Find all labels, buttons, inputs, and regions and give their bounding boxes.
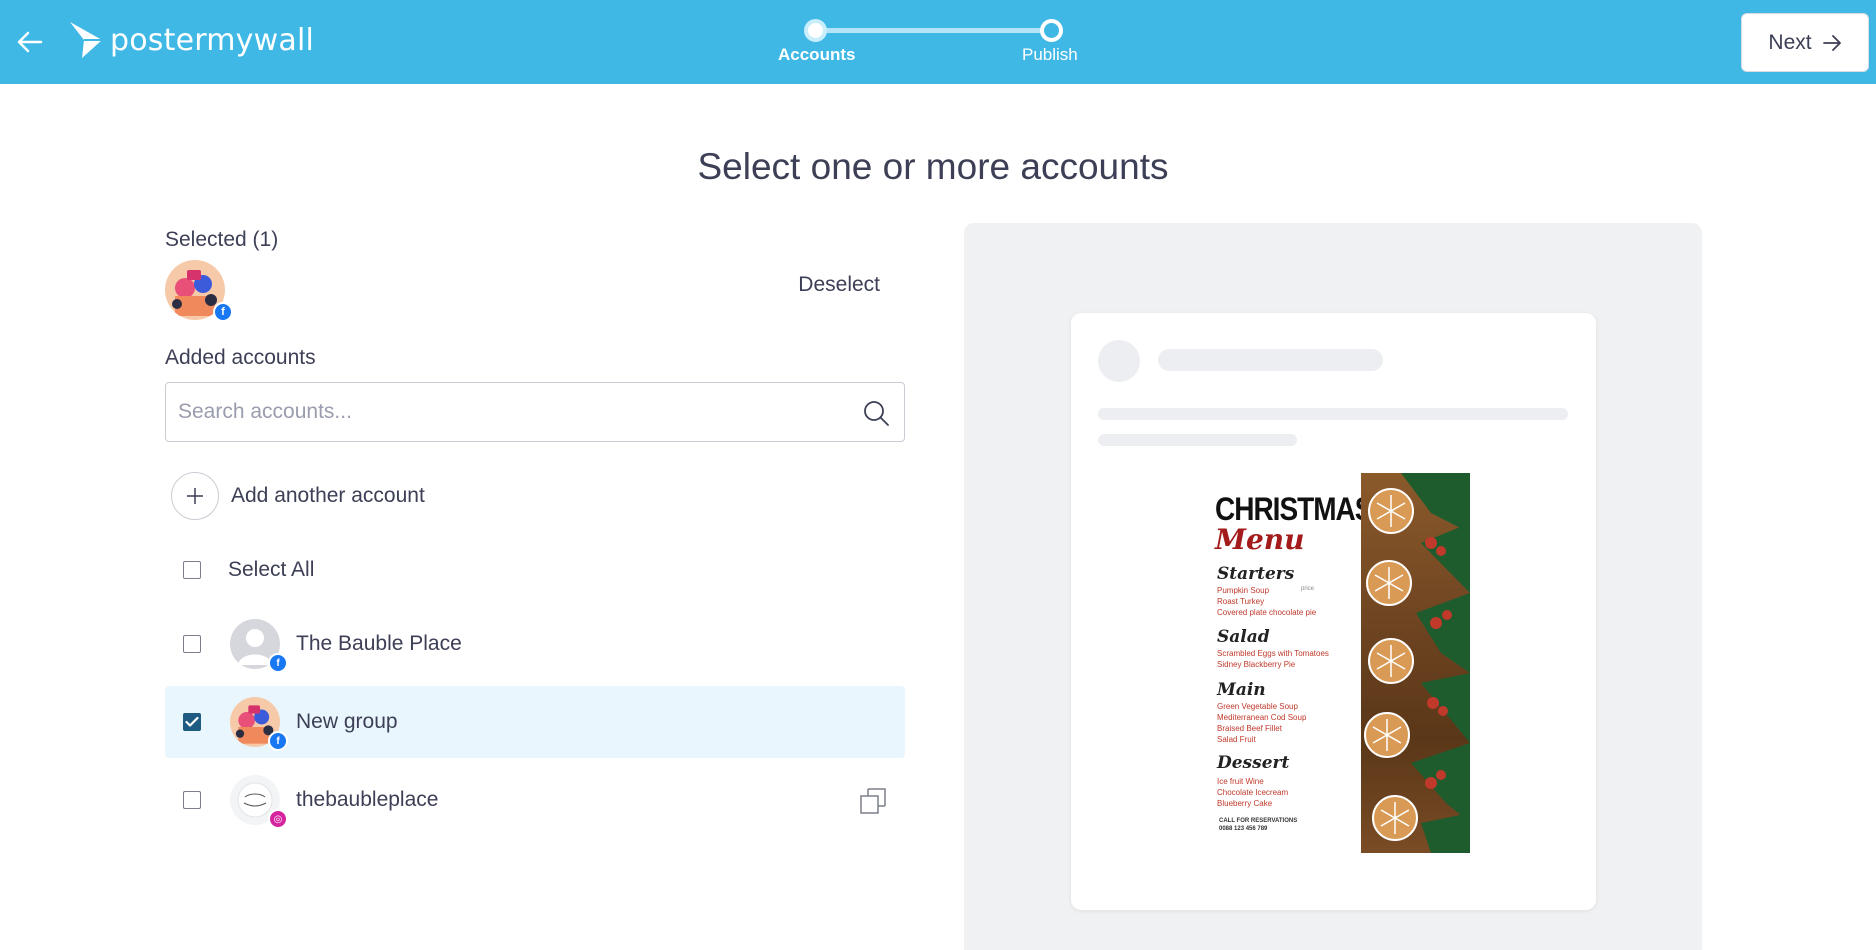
poster-item: Blueberry Cake [1217,799,1273,808]
add-circle [171,472,219,520]
stepper: Accounts Publish [770,14,1110,74]
account-row-new-group[interactable]: f New group [165,686,905,758]
paper-plane-logo-icon [70,22,102,58]
post-preview-card: CHRISTMAS Menu Starters price Pumpkin So… [1071,313,1596,910]
poster-item: Roast Turkey [1217,597,1265,606]
skeleton-text-bar [1098,408,1568,420]
poster-price-marker: price [1301,586,1315,592]
poster-item: Green Vegetable Soup [1217,702,1298,711]
facebook-icon: f [213,302,233,322]
accounts-panel: Selected (1) f Deselect Added accounts S… [165,228,905,842]
poster-subtitle: Menu [1215,523,1305,556]
facebook-icon: f [268,653,288,673]
poster-item: Pumpkin Soup [1217,586,1270,595]
poster-phone: 0088 123 456 789 [1219,826,1268,832]
next-button-label: Next [1768,30,1812,54]
search-box [165,382,905,442]
poster-menu-area: CHRISTMAS Menu Starters price Pumpkin So… [1213,473,1373,853]
poster-item: Scrambled Eggs with Tomatoes [1217,649,1329,658]
poster-item: Salad Fruit [1217,735,1256,744]
poster-item: Chocolate Icecream [1217,788,1289,797]
poster-item: Sidney Blackberry Pie [1217,660,1296,669]
selected-avatar[interactable]: f [165,260,233,322]
poster-section-title: Starters [1217,564,1295,584]
select-all-label: Select All [228,558,315,581]
step-accounts-label: Accounts [778,45,856,64]
stepper-line [816,28,1052,33]
add-another-account-button[interactable]: Add another account [171,472,905,520]
select-all-row[interactable]: Select All [165,550,905,590]
add-another-account-label: Add another account [231,484,425,507]
skeleton-avatar [1098,340,1140,382]
select-all-checkbox[interactable] [183,561,201,579]
account-checkbox[interactable] [183,635,201,653]
poster-section-title: Salad [1217,627,1270,647]
top-bar: postermywall Accounts Publish Next [0,0,1876,84]
poster-section-title: Main [1217,680,1266,700]
added-accounts-heading: Added accounts [165,346,316,369]
plus-icon [187,488,203,504]
step-accounts-dot [804,19,827,42]
logo-text: postermywall [110,22,315,58]
account-avatar: f [230,619,288,673]
step-publish-label: Publish [1022,45,1078,64]
checkmark-icon [185,716,199,727]
poster-footer: CALL FOR RESERVATIONS [1219,818,1298,824]
poster-section-title: Dessert [1217,753,1290,773]
instagram-icon: ◎ [268,809,288,829]
page-title: Select one or more accounts [697,146,1169,187]
open-external-icon[interactable] [859,787,887,815]
arrow-left-icon [17,31,43,53]
next-button[interactable]: Next [1741,13,1869,72]
poster-item: Covered plate chocolate pie [1217,608,1317,617]
selected-accounts-row: f Deselect [165,260,905,330]
christmas-cookies-decoration-icon [1364,473,1470,853]
logo[interactable]: postermywall [68,20,314,60]
account-checkbox[interactable] [183,713,201,731]
poster-decoration [1361,473,1470,853]
skeleton-text-bar [1098,434,1297,446]
arrow-right-icon [1822,34,1841,51]
account-row-thebaubleplace[interactable]: ◎ thebaubleplace [165,764,905,836]
poster-item: Braised Beef Fillet [1217,724,1282,733]
skeleton-name-bar [1158,349,1383,371]
account-avatar: f [230,697,288,751]
account-name: thebaubleplace [296,788,439,811]
account-row-the-bauble-place[interactable]: f The Bauble Place [165,608,905,680]
selected-heading: Selected (1) [165,228,279,251]
deselect-button[interactable]: Deselect [798,273,880,297]
poster-item: Mediterranean Cod Soup [1217,713,1307,722]
search-icon[interactable] [862,399,890,427]
account-checkbox[interactable] [183,791,201,809]
facebook-icon: f [268,731,288,751]
post-preview-panel: CHRISTMAS Menu Starters price Pumpkin So… [964,223,1702,950]
search-input[interactable] [166,383,904,441]
poster-item: Ice fruit Wine [1217,777,1264,786]
poster-image: CHRISTMAS Menu Starters price Pumpkin So… [1213,473,1470,853]
account-name: New group [296,710,398,733]
account-avatar: ◎ [230,775,288,829]
step-publish-dot [1040,19,1063,42]
back-button[interactable] [10,22,50,62]
account-list: f The Bauble Place f New group ◎ thebaub… [165,608,905,836]
account-name: The Bauble Place [296,632,462,655]
